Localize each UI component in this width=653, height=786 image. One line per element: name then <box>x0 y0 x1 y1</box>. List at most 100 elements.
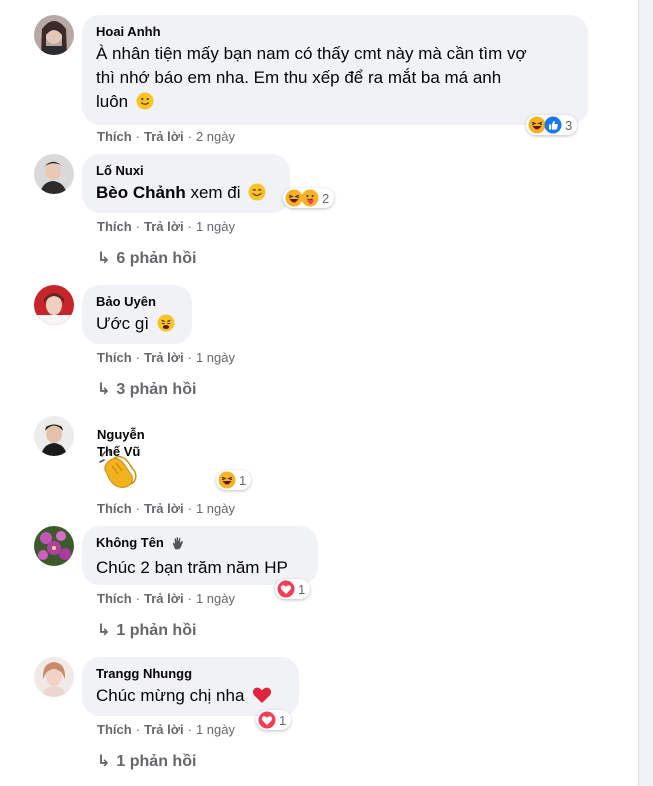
separator: · <box>135 219 141 234</box>
reply-arrow-icon: ↳ <box>97 381 111 398</box>
author-name[interactable]: Không Tên <box>96 535 164 550</box>
reaction-count: 1 <box>279 712 287 728</box>
avatar[interactable] <box>34 657 74 697</box>
timestamp[interactable]: 1 ngày <box>196 350 235 365</box>
like-icon <box>544 116 562 134</box>
comment-bubble: Bảo Uyên Ước gì <box>82 285 192 344</box>
comment-text: Bèo Chảnh xem đi <box>96 181 278 208</box>
avatar[interactable] <box>34 416 74 456</box>
reaction-count: 3 <box>565 117 573 133</box>
reply-arrow-icon: ↳ <box>97 753 111 770</box>
separator: · <box>187 219 192 234</box>
mention-link[interactable]: Bèo Chảnh <box>96 183 186 202</box>
reaction-count: 2 <box>322 190 330 206</box>
comment-text-body: Chúc mừng chị nha <box>96 686 245 705</box>
separator: · <box>135 722 141 737</box>
comment-author[interactable]: Trangg Nhungg <box>96 665 287 682</box>
comment-bubble: Lố Nuxi Bèo Chảnh xem đi <box>82 154 290 213</box>
timestamp[interactable]: 1 ngày <box>196 219 235 234</box>
separator: · <box>187 350 192 365</box>
reaction-count: 1 <box>239 472 247 488</box>
comment-text-body: Ước gì <box>96 314 150 333</box>
love-icon <box>258 711 276 729</box>
separator: · <box>135 350 141 365</box>
timestamp[interactable]: 1 ngày <box>196 722 235 737</box>
comment-author[interactable]: Hoai Anhh <box>96 23 576 40</box>
comment-author: Không Tên <box>96 534 306 554</box>
like-button[interactable]: Thích <box>97 350 132 365</box>
reply-button[interactable]: Trả lời <box>144 219 184 234</box>
comment-actions: Thích · Trả lời · 1 ngày <box>97 501 235 517</box>
reply-arrow-icon: ↳ <box>97 250 111 267</box>
avatar[interactable] <box>34 154 74 194</box>
separator: · <box>187 591 192 606</box>
separator: · <box>187 722 192 737</box>
like-button[interactable]: Thích <box>97 501 132 516</box>
comment-bubble: Trangg Nhungg Chúc mừng chị nha <box>82 657 299 716</box>
like-button[interactable]: Thích <box>97 591 132 606</box>
separator: · <box>187 129 192 144</box>
view-replies-link[interactable]: ↳ 3 phản hồi <box>97 379 196 399</box>
comment-author[interactable]: Bảo Uyên <box>96 293 180 310</box>
separator: · <box>135 129 141 144</box>
red-heart-icon <box>252 686 272 711</box>
haha-icon <box>218 471 236 489</box>
replies-count: 1 phản hồi <box>116 622 197 639</box>
reply-button[interactable]: Trả lời <box>144 501 184 516</box>
comments-panel: Hoai Anhh À nhân tiện mấy bạn nam có thấ… <box>0 0 639 786</box>
reaction-summary[interactable]: 1 <box>275 579 311 599</box>
comment-actions: Thích · Trả lời · 1 ngày <box>97 591 235 607</box>
avatar[interactable] <box>34 285 74 325</box>
comment-author[interactable]: Lố Nuxi <box>96 162 278 179</box>
reaction-summary[interactable]: 1 <box>256 710 292 730</box>
reaction-summary[interactable]: 3 <box>526 115 578 135</box>
reply-button[interactable]: Trả lời <box>144 129 184 144</box>
like-button[interactable]: Thích <box>97 219 132 234</box>
comment-bubble: Không Tên Chúc 2 bạn trăm năm HP <box>82 526 318 585</box>
reply-button[interactable]: Trả lời <box>144 591 184 606</box>
timestamp[interactable]: 1 ngày <box>196 501 235 516</box>
comment-actions: Thích · Trả lời · 1 ngày <box>97 219 235 235</box>
clapping-hands-icon <box>98 448 140 495</box>
timestamp[interactable]: 1 ngày <box>196 591 235 606</box>
care-icon <box>301 189 319 207</box>
replies-count: 1 phản hồi <box>116 753 197 770</box>
comment-bubble: Hoai Anhh À nhân tiện mấy bạn nam có thấ… <box>82 15 588 125</box>
comment-actions: Thích · Trả lời · 2 ngày <box>97 129 235 145</box>
comment-text-line: thì nhớ báo em nha. Em thu xếp để ra mắt… <box>96 68 502 87</box>
like-button[interactable]: Thích <box>97 129 132 144</box>
comment-text: Ước gì <box>96 312 180 339</box>
comment-text-line: À nhân tiện mấy bạn nam có thấy cmt này … <box>96 44 527 63</box>
reaction-summary[interactable]: 1 <box>216 470 252 490</box>
comment-actions: Thích · Trả lời · 1 ngày <box>97 722 235 738</box>
smiling-face-icon <box>248 183 266 208</box>
replies-count: 3 phản hồi <box>116 381 197 398</box>
avatar[interactable] <box>34 15 74 55</box>
comment-text-line: luôn <box>96 92 129 111</box>
replies-count: 6 phản hồi <box>116 250 197 267</box>
comment-text: À nhân tiện mấy bạn nam có thấy cmt này … <box>96 42 576 117</box>
view-replies-link[interactable]: ↳ 6 phản hồi <box>97 248 196 268</box>
love-icon <box>277 580 295 598</box>
reaction-summary[interactable]: 2 <box>283 188 335 208</box>
reaction-count: 1 <box>298 581 306 597</box>
reply-button[interactable]: Trả lời <box>144 722 184 737</box>
comment-text-body: xem đi <box>190 183 241 202</box>
weary-face-icon <box>157 314 175 339</box>
reply-button[interactable]: Trả lời <box>144 350 184 365</box>
reply-arrow-icon: ↳ <box>97 622 111 639</box>
separator: · <box>135 501 141 516</box>
view-replies-link[interactable]: ↳ 1 phản hồi <box>97 751 196 771</box>
slightly-smiling-face-icon <box>136 92 154 117</box>
comment-actions: Thích · Trả lời · 1 ngày <box>97 350 235 366</box>
waving-hand-icon <box>171 536 185 554</box>
comment-text: Chúc 2 bạn trăm năm HP <box>96 556 306 580</box>
comment-text: Chúc mừng chị nha <box>96 684 287 711</box>
avatar[interactable] <box>34 526 74 566</box>
separator: · <box>187 501 192 516</box>
timestamp[interactable]: 2 ngày <box>196 129 235 144</box>
like-button[interactable]: Thích <box>97 722 132 737</box>
separator: · <box>135 591 141 606</box>
comment-text-body: Chúc 2 bạn trăm năm HP <box>96 558 288 577</box>
view-replies-link[interactable]: ↳ 1 phản hồi <box>97 620 196 640</box>
